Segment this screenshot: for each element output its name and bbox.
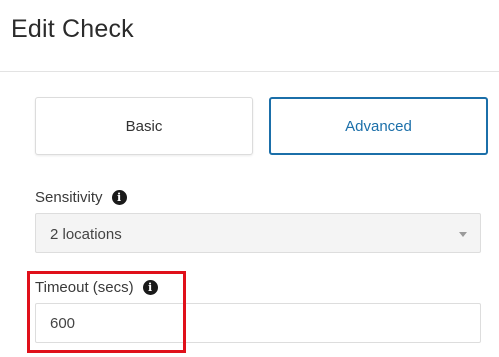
sensitivity-label-row: Sensitivity i [35, 189, 127, 206]
tab-advanced[interactable]: Advanced [269, 97, 488, 155]
timeout-input[interactable] [35, 303, 481, 343]
timeout-label: Timeout (secs) [35, 279, 134, 296]
tab-basic[interactable]: Basic [35, 97, 253, 155]
sensitivity-selected-value: 2 locations [50, 226, 122, 243]
tab-advanced-label: Advanced [345, 117, 412, 135]
sensitivity-select[interactable]: 2 locations [35, 213, 481, 253]
timeout-label-row: Timeout (secs) i [35, 279, 158, 296]
chevron-down-icon [459, 232, 467, 237]
tab-basic-label: Basic [125, 117, 163, 135]
sensitivity-label: Sensitivity [35, 189, 103, 206]
info-icon[interactable]: i [111, 190, 127, 205]
page-header: Edit Check [0, 0, 499, 72]
page-title: Edit Check [11, 15, 134, 43]
info-icon[interactable]: i [142, 280, 158, 295]
